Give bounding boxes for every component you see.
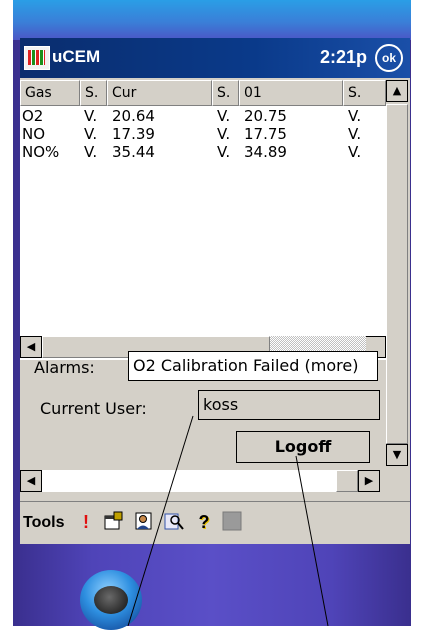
annotation-line-user: [127, 415, 194, 626]
annotation-lines: [127, 415, 329, 626]
annotation-line-logoff: [295, 455, 329, 626]
